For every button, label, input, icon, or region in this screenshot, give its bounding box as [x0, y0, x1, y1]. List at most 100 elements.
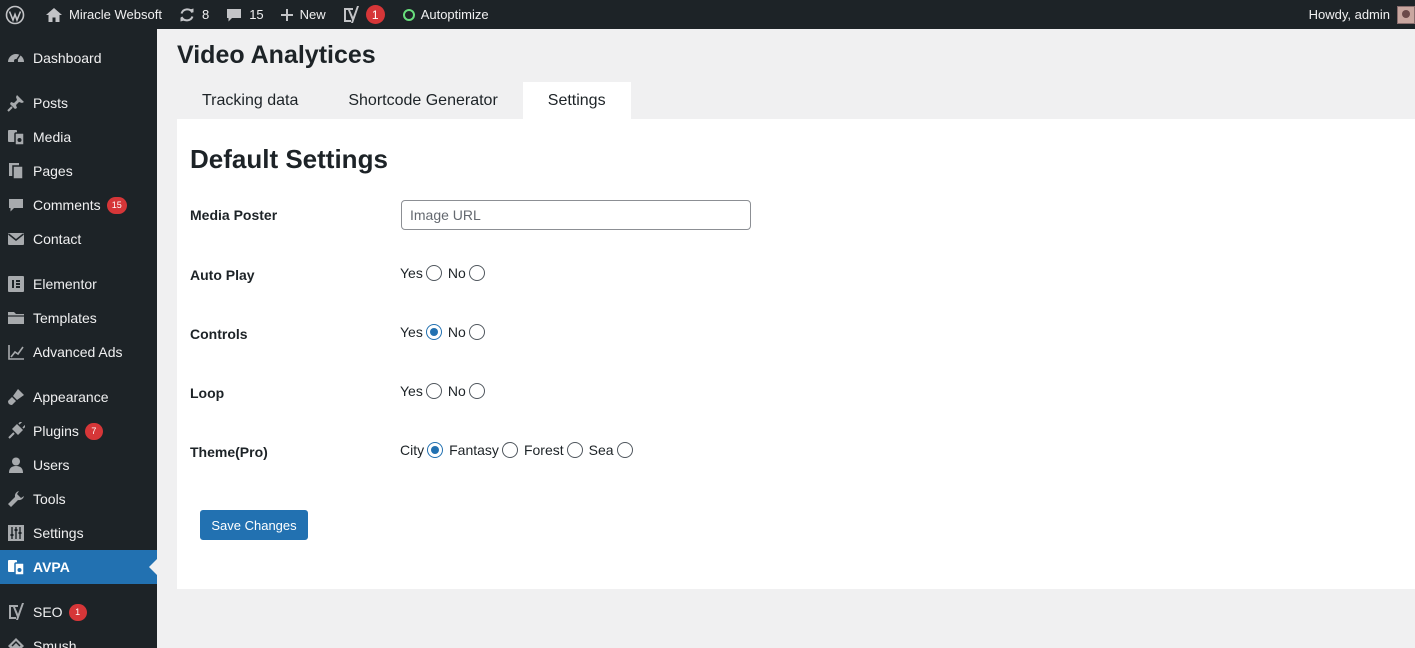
sidebar-item-label: Tools — [33, 491, 66, 507]
yoast-seo-link[interactable]: 1 — [335, 0, 392, 29]
loop-radio-group: Yes No — [400, 383, 491, 399]
sidebar-item-label: Pages — [33, 163, 73, 179]
new-label: New — [299, 7, 326, 22]
sidebar-item-elementor[interactable]: Elementor — [0, 267, 157, 301]
controls-radio-group: Yes No — [400, 324, 491, 340]
sidebar-item-contact[interactable]: Contact — [0, 222, 157, 256]
wordpress-logo-button[interactable] — [0, 0, 32, 29]
comment-icon — [9, 199, 23, 212]
brush-icon — [8, 389, 24, 405]
sidebar-item-pages[interactable]: Pages — [0, 154, 157, 188]
yoast-icon — [343, 5, 359, 23]
yoast-notification-badge: 1 — [365, 5, 385, 24]
controls-no-label: No — [447, 324, 466, 340]
controls-yes-radio[interactable] — [425, 324, 442, 340]
comments-link[interactable]: 15 — [218, 0, 270, 29]
sidebar-item-tools[interactable]: Tools — [0, 482, 157, 516]
sidebar-item-label: Media — [33, 129, 72, 145]
theme-fantasy-radio[interactable] — [501, 442, 518, 458]
loop-yes-label: Yes — [400, 383, 423, 399]
media-icon — [8, 130, 25, 146]
tab-tracking-data[interactable]: Tracking data — [177, 82, 323, 119]
smush-icon — [8, 638, 24, 648]
autoptimize-label: Autoptimize — [420, 7, 489, 22]
sidebar-item-label: Appearance — [33, 389, 109, 405]
auto-play-yes-label: Yes — [400, 265, 423, 281]
wordpress-icon — [5, 5, 25, 24]
sidebar-item-advanced-ads[interactable]: Advanced Ads — [0, 335, 157, 369]
tab-settings[interactable]: Settings — [522, 82, 631, 119]
home-icon — [46, 7, 62, 22]
theme-label: Theme(Pro) — [190, 444, 268, 460]
theme-sea-label: Sea — [588, 442, 614, 458]
save-changes-button[interactable]: Save Changes — [200, 510, 308, 540]
loop-label: Loop — [190, 385, 225, 401]
page-title: Video Analytices — [177, 41, 376, 69]
comments-count-badge: 15 — [106, 196, 127, 214]
sidebar-item-comments[interactable]: Comments 15 — [0, 188, 157, 222]
sidebar-item-label: Users — [33, 457, 70, 473]
section-heading: Default Settings — [190, 144, 388, 174]
status-ring-icon — [402, 8, 415, 21]
sidebar-item-label: Posts — [33, 95, 69, 111]
sidebar-item-label: Templates — [33, 310, 97, 326]
sidebar-item-posts[interactable]: Posts — [0, 86, 157, 120]
sidebar-item-label: Plugins — [33, 423, 79, 439]
updates-link[interactable]: 8 — [171, 0, 216, 29]
seo-notification-badge: 1 — [68, 603, 87, 621]
sidebar-item-dashboard[interactable]: Dashboard — [0, 41, 157, 75]
avatar — [1397, 5, 1415, 24]
my-account-link[interactable]: Howdy, admin — [1308, 5, 1415, 24]
sidebar-item-media[interactable]: Media — [0, 120, 157, 154]
sidebar-item-avpa[interactable]: AVPA — [0, 550, 157, 584]
sidebar-item-label: Dashboard — [33, 50, 102, 66]
theme-sea-radio[interactable] — [616, 442, 633, 458]
new-content-link[interactable]: New — [273, 0, 333, 29]
sidebar-item-settings[interactable]: Settings — [0, 516, 157, 550]
theme-city-radio[interactable] — [427, 442, 444, 458]
sidebar-item-users[interactable]: Users — [0, 448, 157, 482]
sidebar-item-label: Advanced Ads — [33, 344, 123, 360]
plugins-update-badge: 7 — [84, 422, 103, 440]
theme-forest-radio[interactable] — [566, 442, 583, 458]
theme-city-label: City — [400, 442, 425, 458]
loop-no-radio[interactable] — [468, 383, 485, 399]
sidebar-item-label: AVPA — [33, 559, 70, 575]
sidebar-item-smush[interactable]: Smush — [0, 629, 157, 648]
autoptimize-link[interactable]: Autoptimize — [396, 0, 496, 29]
comment-icon — [227, 8, 242, 21]
site-name-link[interactable]: Miracle Websoft — [38, 0, 169, 29]
howdy-text: Howdy, admin — [1308, 7, 1390, 22]
media-icon — [8, 560, 25, 576]
sidebar-item-seo[interactable]: SEO 1 — [0, 595, 157, 629]
sidebar-item-plugins[interactable]: Plugins 7 — [0, 414, 157, 448]
sidebar-item-label: Elementor — [33, 276, 97, 292]
site-name: Miracle Websoft — [69, 7, 162, 22]
sidebar-item-label: SEO — [33, 604, 63, 620]
auto-play-yes-radio[interactable] — [425, 265, 442, 281]
loop-no-label: No — [447, 383, 466, 399]
controls-yes-label: Yes — [400, 324, 423, 340]
pages-icon — [9, 163, 24, 180]
media-poster-label: Media Poster — [190, 207, 278, 223]
folder-icon — [8, 312, 24, 324]
media-poster-input[interactable] — [401, 200, 751, 230]
controls-no-radio[interactable] — [468, 324, 485, 340]
user-icon — [9, 457, 23, 473]
auto-play-radio-group: Yes No — [400, 265, 491, 281]
sidebar-item-label: Comments — [33, 197, 101, 213]
dashboard-icon — [8, 54, 24, 63]
updates-count: 8 — [201, 7, 210, 22]
auto-play-no-radio[interactable] — [468, 265, 485, 281]
sidebar-item-templates[interactable]: Templates — [0, 301, 157, 335]
admin-bar: Miracle Websoft 8 15 New 1 Autoptimize H… — [0, 0, 1415, 29]
theme-forest-label: Forest — [523, 442, 564, 458]
theme-fantasy-label: Fantasy — [449, 442, 499, 458]
plug-icon — [8, 422, 25, 439]
tab-bar: Tracking data Shortcode Generator Settin… — [177, 82, 631, 119]
loop-yes-radio[interactable] — [425, 383, 442, 399]
sidebar-item-appearance[interactable]: Appearance — [0, 380, 157, 414]
comments-count: 15 — [249, 7, 264, 22]
plus-icon — [280, 8, 293, 21]
tab-shortcode-generator[interactable]: Shortcode Generator — [323, 82, 522, 119]
